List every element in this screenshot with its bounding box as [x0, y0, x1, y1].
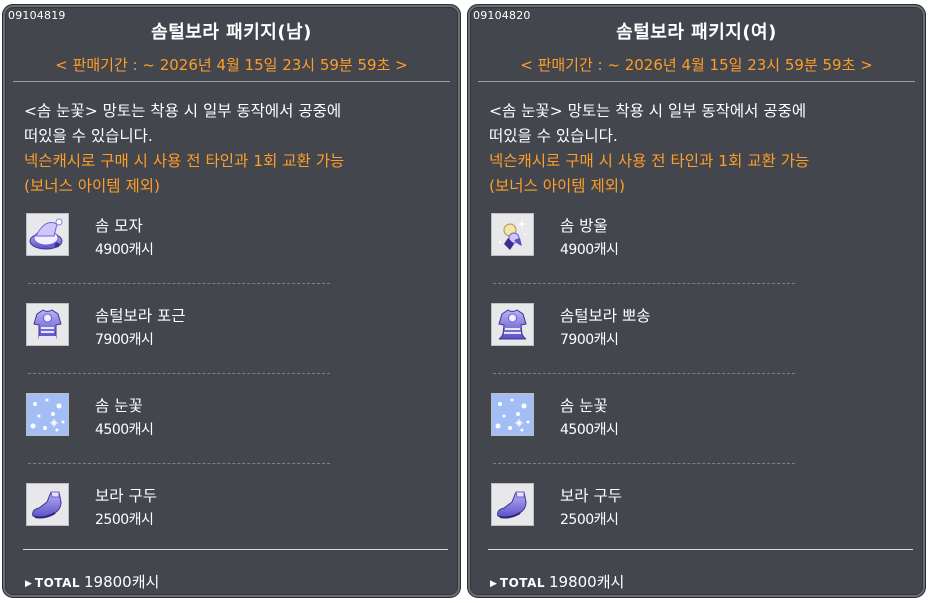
- trade-notice: 넥슨캐시로 구매 시 사용 전 타인과 1회 교환 가능: [24, 152, 345, 170]
- item-name: 솜 눈꽃: [560, 397, 608, 415]
- item-price: 4900캐시: [95, 242, 154, 258]
- desc-line: <솜 눈꽃> 망토는 착용 시 일부 동작에서 공중에: [24, 102, 342, 120]
- item-name: 솜 방울: [560, 217, 608, 235]
- package-description: <솜 눈꽃> 망토는 착용 시 일부 동작에서 공중에 떠있을 수 있습니다. …: [489, 99, 913, 199]
- item-separator: [28, 283, 330, 284]
- total-value: 19800캐시: [549, 573, 625, 591]
- trade-notice: (보너스 아이템 제외): [24, 177, 161, 195]
- list-item[interactable]: 솜털보라 뽀송 7900캐시: [491, 299, 801, 389]
- list-item[interactable]: 솜 눈꽃 4500캐시: [491, 389, 801, 479]
- outfit-icon: [26, 303, 69, 346]
- item-name: 솜 눈꽃: [95, 397, 143, 415]
- package-item-list: 솜 방울 4900캐시 솜털보라 뽀송 7900캐시 솜 눈꽃 4500캐시 보…: [491, 209, 801, 569]
- item-price: 7900캐시: [95, 332, 154, 348]
- item-price: 7900캐시: [560, 332, 619, 348]
- total-label: TOTAL: [499, 576, 545, 590]
- item-separator: [493, 283, 795, 284]
- divider: [13, 81, 450, 82]
- triangle-icon: ▶: [25, 579, 32, 589]
- item-name: 솜 모자: [95, 217, 143, 235]
- desc-line: 떠있을 수 있습니다.: [24, 127, 153, 145]
- total-value: 19800캐시: [84, 573, 160, 591]
- item-separator: [493, 463, 795, 464]
- list-item[interactable]: 보라 구두 2500캐시: [26, 479, 336, 569]
- divider: [23, 549, 448, 550]
- item-price: 4500캐시: [560, 422, 619, 438]
- desc-line: 떠있을 수 있습니다.: [489, 127, 618, 145]
- total-price: ▶ TOTAL 19800캐시: [490, 571, 624, 592]
- snowflake-cape-icon: [491, 393, 534, 436]
- item-name: 보라 구두: [95, 487, 157, 505]
- list-item[interactable]: 솜 방울 4900캐시: [491, 209, 801, 299]
- snowflake-cape-icon: [26, 393, 69, 436]
- list-item[interactable]: 보라 구두 2500캐시: [491, 479, 801, 569]
- item-name: 보라 구두: [560, 487, 622, 505]
- item-separator: [28, 373, 330, 374]
- desc-line: <솜 눈꽃> 망토는 착용 시 일부 동작에서 공중에: [489, 102, 807, 120]
- list-item[interactable]: 솜털보라 포근 7900캐시: [26, 299, 336, 389]
- list-item[interactable]: 솜 모자 4900캐시: [26, 209, 336, 299]
- package-item-list: 솜 모자 4900캐시 솜털보라 포근 7900캐시 솜 눈꽃 4500캐시 보…: [26, 209, 336, 569]
- item-name: 솜털보라 포근: [95, 307, 186, 325]
- package-title: 솜털보라 패키지(남): [151, 22, 312, 43]
- item-separator: [493, 373, 795, 374]
- total-label: TOTAL: [34, 576, 80, 590]
- divider: [488, 549, 913, 550]
- package-tooltip-male: 09104819 솜털보라 패키지(남) < 판매기간 : ~ 2026년 4월…: [2, 4, 461, 598]
- total-price: ▶ TOTAL 19800캐시: [25, 571, 159, 592]
- divider: [478, 81, 915, 82]
- item-separator: [28, 463, 330, 464]
- item-price: 4500캐시: [95, 422, 154, 438]
- list-item[interactable]: 솜 눈꽃 4500캐시: [26, 389, 336, 479]
- shoe-icon: [491, 483, 534, 526]
- package-title: 솜털보라 패키지(여): [616, 22, 777, 43]
- outfit-icon: [491, 303, 534, 346]
- hair-ornament-icon: [491, 213, 534, 256]
- item-price: 2500캐시: [95, 512, 154, 528]
- triangle-icon: ▶: [490, 579, 497, 589]
- item-price: 4900캐시: [560, 242, 619, 258]
- sale-period: < 판매기간 : ~ 2026년 4월 15일 23시 59분 59초 >: [55, 56, 408, 74]
- trade-notice: 넥슨캐시로 구매 시 사용 전 타인과 1회 교환 가능: [489, 152, 810, 170]
- shoe-icon: [26, 483, 69, 526]
- hat-icon: [26, 213, 69, 256]
- sale-period: < 판매기간 : ~ 2026년 4월 15일 23시 59분 59초 >: [520, 56, 873, 74]
- item-price: 2500캐시: [560, 512, 619, 528]
- package-description: <솜 눈꽃> 망토는 착용 시 일부 동작에서 공중에 떠있을 수 있습니다. …: [24, 99, 448, 199]
- trade-notice: (보너스 아이템 제외): [489, 177, 626, 195]
- package-tooltip-female: 09104820 솜털보라 패키지(여) < 판매기간 : ~ 2026년 4월…: [467, 4, 926, 598]
- item-name: 솜털보라 뽀송: [560, 307, 651, 325]
